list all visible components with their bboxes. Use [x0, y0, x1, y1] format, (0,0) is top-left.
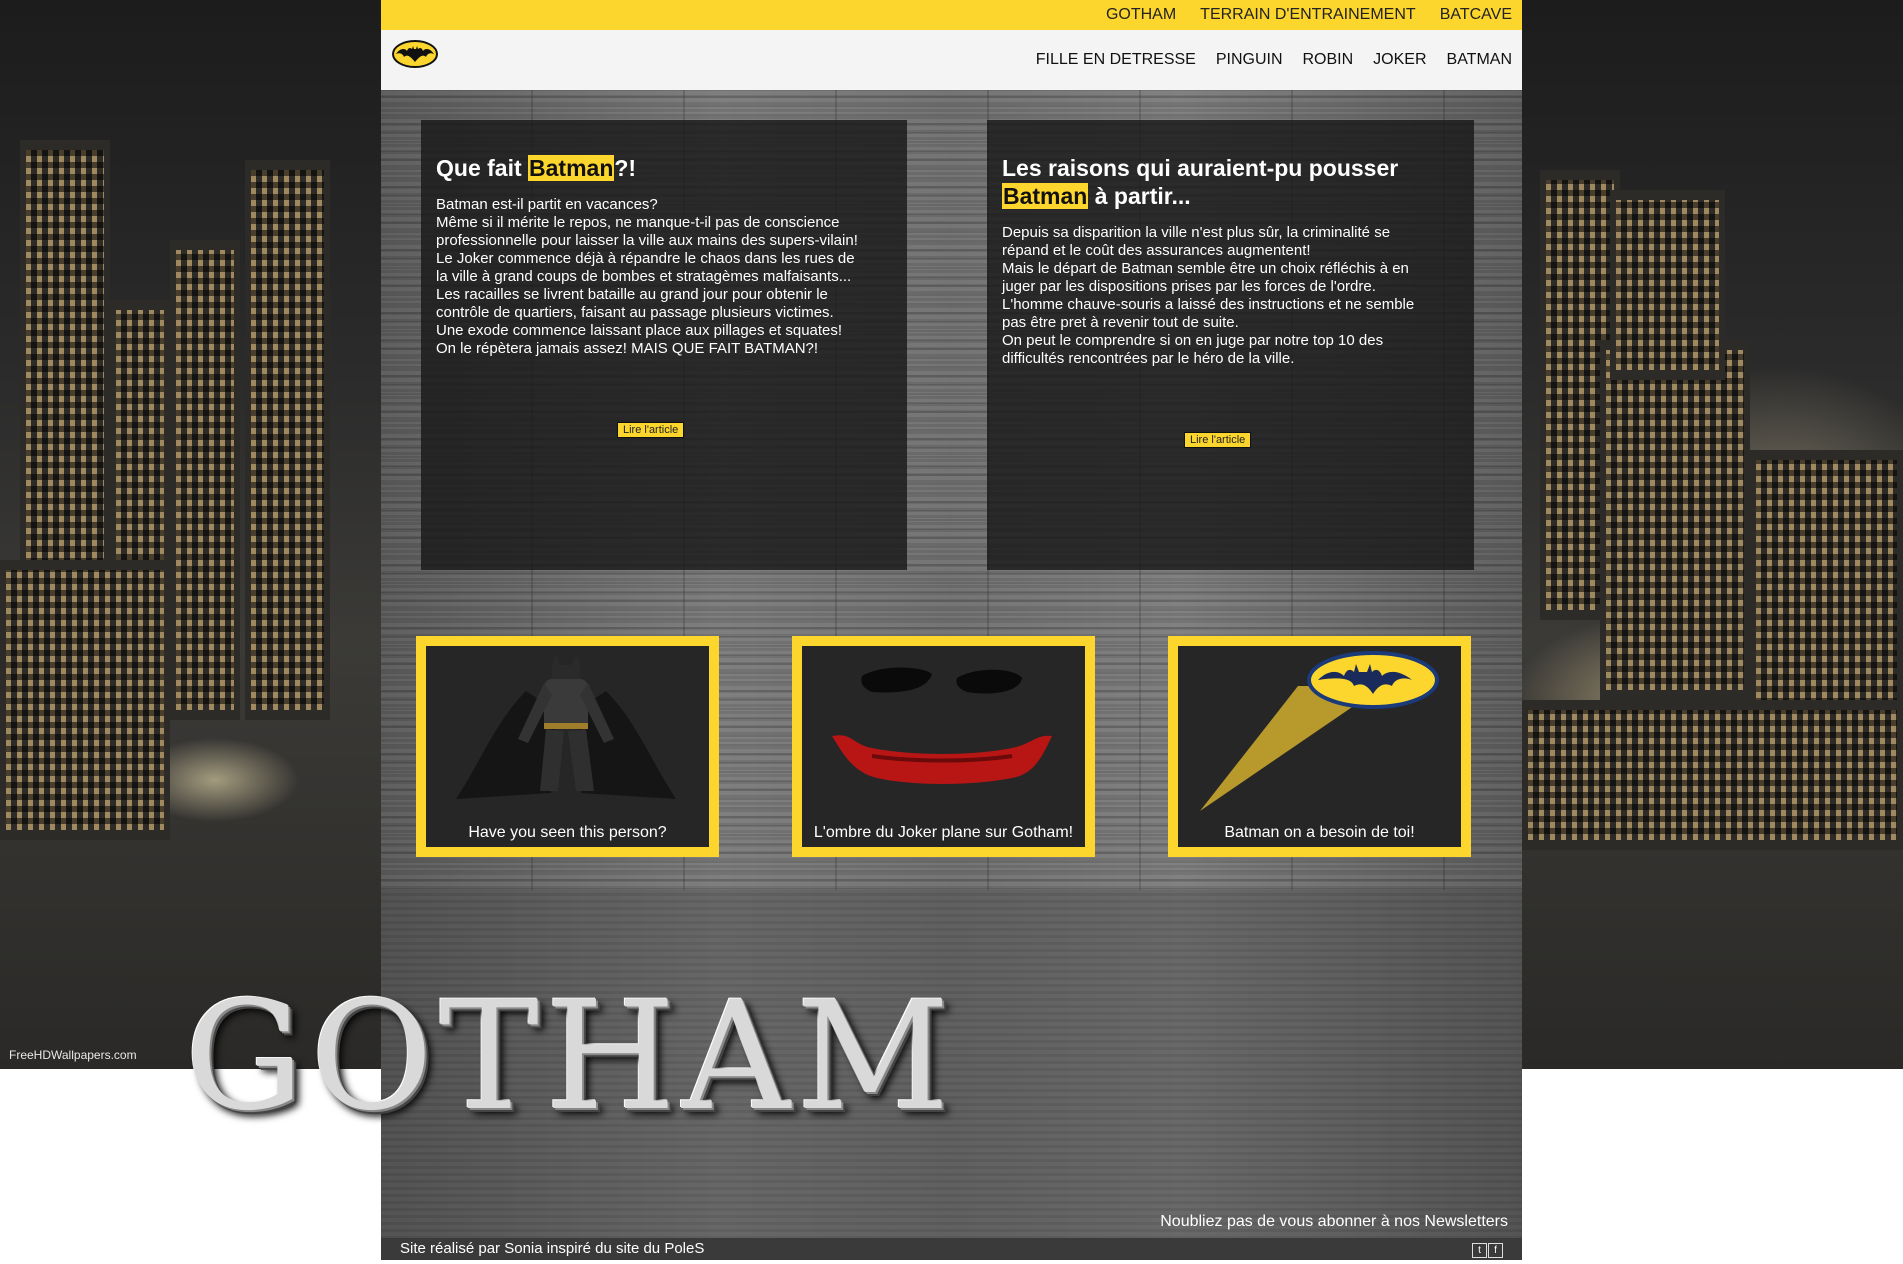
joker-face-icon: [832, 667, 1052, 784]
building: [1610, 190, 1725, 380]
bat-signal-icon: [1200, 651, 1439, 811]
building: [170, 240, 240, 720]
article-card: Les raisons qui auraient-pu pousser Batma…: [987, 120, 1474, 570]
card-caption: L'ombre du Joker plane sur Gotham!: [813, 824, 1074, 841]
facebook-icon[interactable]: f: [1488, 1243, 1503, 1258]
wallpaper-watermark: FreeHDWallpapers.com: [9, 1048, 137, 1062]
read-article-button[interactable]: Lire l'article: [1184, 432, 1252, 448]
card-caption: Batman on a besoin de toi!: [1224, 824, 1415, 841]
twitter-icon[interactable]: t: [1472, 1243, 1487, 1258]
building: [0, 560, 170, 840]
nav-joker[interactable]: JOKER: [1373, 51, 1426, 69]
top-nav: GOTHAM TERRAIN D'ENTRAINEMENT BATCAVE: [381, 0, 1522, 30]
batman-figure-icon: [456, 653, 676, 799]
building: [1522, 700, 1903, 850]
article-body: Batman est-il partit en vacances? Même s…: [436, 196, 858, 357]
card-caption: Have you seen this person?: [468, 824, 667, 841]
bat-logo-icon[interactable]: [392, 40, 438, 73]
gotham-logo: GOTHAM: [184, 970, 956, 1144]
article-title: Les raisons qui auraient-pu pousser Batma…: [1002, 155, 1399, 209]
nav-robin[interactable]: ROBIN: [1303, 51, 1354, 69]
feature-card-joker[interactable]: L'ombre du Joker plane sur Gotham!: [792, 636, 1095, 857]
building: [245, 160, 330, 720]
main-nav: FILLE EN DETRESSE PINGUIN ROBIN JOKER BA…: [381, 30, 1522, 90]
nav-pinguin[interactable]: PINGUIN: [1216, 51, 1283, 69]
article-title: Que fait Batman?!: [436, 155, 637, 181]
article-card: Que fait Batman?! Batman est-il partit e…: [421, 120, 907, 570]
top-nav-batcave[interactable]: BATCAVE: [1440, 6, 1512, 24]
nav-batman[interactable]: BATMAN: [1447, 51, 1512, 69]
nav-fille-en-detresse[interactable]: FILLE EN DETRESSE: [1036, 51, 1196, 69]
article-body: Depuis sa disparition la ville n'est plu…: [1002, 224, 1415, 367]
read-article-button[interactable]: Lire l'article: [617, 422, 685, 438]
newsletter-link[interactable]: Noubliez pas de vous abonner à nos Newsl…: [1160, 1213, 1508, 1231]
building: [1600, 340, 1750, 700]
top-nav-gotham[interactable]: GOTHAM: [1106, 6, 1176, 24]
feature-card-batman[interactable]: Have you seen this person?: [416, 636, 719, 857]
feature-card-batsignal[interactable]: Batman on a besoin de toi!: [1168, 636, 1471, 857]
top-nav-terrain[interactable]: TERRAIN D'ENTRAINEMENT: [1200, 6, 1416, 24]
